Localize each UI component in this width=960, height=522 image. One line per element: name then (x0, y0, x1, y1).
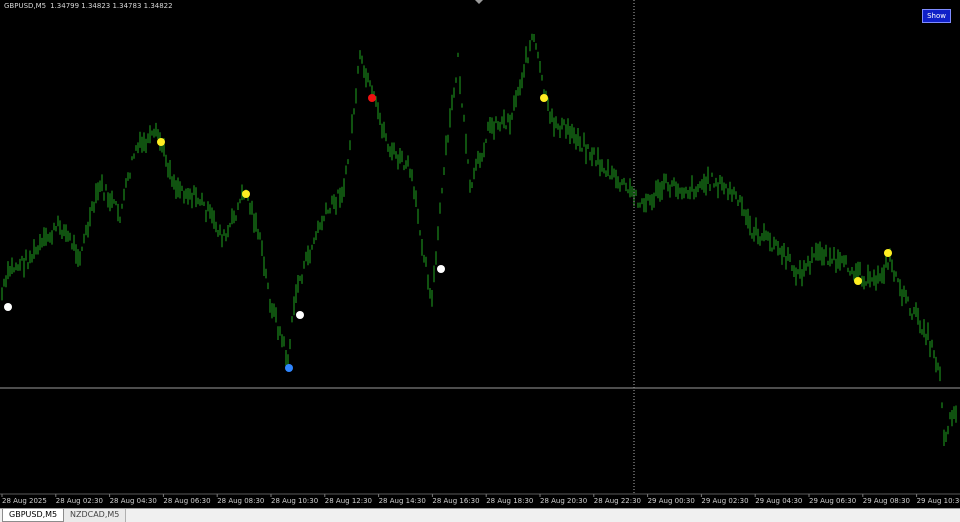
time-label: 28 Aug 18:30 (486, 497, 533, 505)
time-label: 29 Aug 06:30 (809, 497, 856, 505)
signal-dot (437, 265, 445, 273)
time-label: 28 Aug 22:30 (594, 497, 641, 505)
time-label: 29 Aug 04:30 (755, 497, 802, 505)
signal-dot (242, 190, 250, 198)
time-label: 29 Aug 08:30 (863, 497, 910, 505)
signal-dot (4, 303, 12, 311)
price-bars (1, 33, 957, 446)
time-label: 29 Aug 00:30 (648, 497, 695, 505)
time-label: 28 Aug 14:30 (379, 497, 426, 505)
show-button[interactable]: Show (922, 9, 951, 23)
signal-dot (540, 94, 548, 102)
tab-nzdcad[interactable]: NZDCAD,M5 (64, 509, 127, 522)
tab-gbpusd[interactable]: GBPUSD,M5 (2, 509, 65, 522)
signal-dot (157, 138, 165, 146)
signal-dot (368, 94, 376, 102)
price-chart[interactable]: 28 Aug 2025 28 Aug 02:30 28 Aug 04:30 28 Au… (0, 0, 960, 508)
signal-dot (285, 364, 293, 372)
signal-dot (296, 311, 304, 319)
shift-marker-icon[interactable] (475, 0, 483, 4)
time-axis: 28 Aug 2025 28 Aug 02:30 28 Aug 04:30 28 Au… (1, 494, 960, 505)
chart-area[interactable]: 28 Aug 2025 28 Aug 02:30 28 Aug 04:30 28 Au… (0, 0, 960, 508)
ohlc-values: 1.34799 1.34823 1.34783 1.34822 (50, 2, 173, 10)
signal-dot (884, 249, 892, 257)
time-label: 28 Aug 20:30 (540, 497, 587, 505)
time-label: 28 Aug 02:30 (56, 497, 103, 505)
time-label: 28 Aug 16:30 (432, 497, 479, 505)
time-label: 28 Aug 08:30 (217, 497, 264, 505)
time-label: 28 Aug 12:30 (325, 497, 372, 505)
time-label: 28 Aug 10:30 (271, 497, 318, 505)
time-label: 29 Aug 02:30 (701, 497, 748, 505)
symbol-name: GBPUSD,M5 (4, 2, 47, 10)
time-label: 29 Aug 10:30 (917, 497, 960, 505)
signal-dot (854, 277, 862, 285)
symbol-info: GBPUSD,M5 1.34799 1.34823 1.34783 1.34822 (4, 2, 173, 10)
time-label: 28 Aug 04:30 (110, 497, 157, 505)
time-label: 28 Aug 2025 (2, 497, 47, 505)
chart-tabs: GBPUSD,M5 NZDCAD,M5 (0, 508, 960, 522)
time-label: 28 Aug 06:30 (163, 497, 210, 505)
